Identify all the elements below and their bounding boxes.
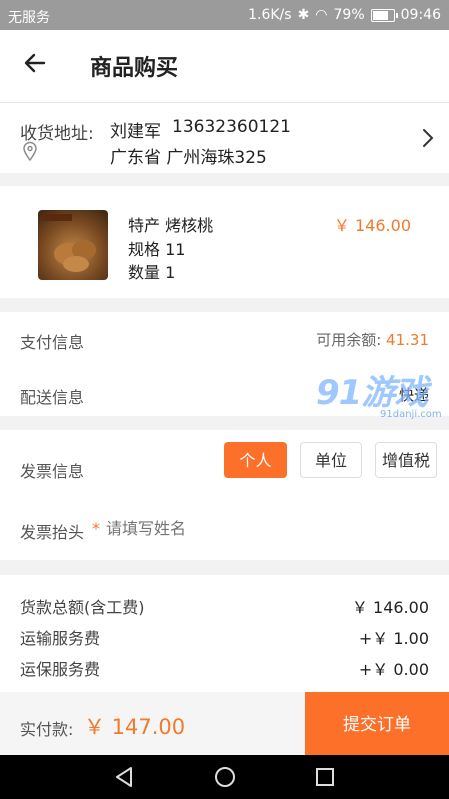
pay-total-value: ￥ 147.00 [84,715,186,739]
summary-shipping-value: +￥ 1.00 [358,629,429,648]
product-card: 特产 烤核桃 规格 11 数量 1 ￥ 146.00 [0,186,449,298]
payment-label: 支付信息 [20,333,85,352]
checkout-bar: 实付款: ￥ 147.00 提交订单 [0,692,449,755]
screen: 无服务 1.6K/s ✱ ◠ 79% 09:46 商品购买 收货地址: 刘建军 … [0,0,449,799]
back-arrow-icon[interactable] [22,50,50,78]
summary-insurance-label: 运保服务费 [20,660,101,679]
delivery-label: 配送信息 [20,388,85,407]
nav-home-icon[interactable] [213,765,237,789]
network-speed: 1.6K/s [248,7,292,23]
submit-order-button[interactable]: 提交订单 [305,692,449,755]
recipient-name: 刘建军 [110,122,161,142]
summary-shipping-label: 运输服务费 [20,629,101,648]
site-watermark: 91游戏 91danji.com [316,365,448,427]
battery-icon [370,8,398,22]
required-mark: * [92,519,100,538]
product-image [38,210,108,280]
product-quantity: 数量 1 [128,263,176,282]
carrier-text: 无服务 [8,10,50,26]
clock: 09:46 [400,7,441,23]
invoice-personal-button[interactable]: 个人 [224,442,287,478]
battery-percent: 79% [333,7,365,23]
invoice-vat-button[interactable]: 增值税 [375,442,437,478]
bluetooth-icon: ✱ [297,7,310,23]
invoice-title-label: 发票抬头 [20,523,85,542]
product-name: 特产 烤核桃 [128,216,214,235]
product-spec: 规格 11 [128,240,186,259]
nav-back-icon[interactable] [113,765,137,789]
nav-recents-icon[interactable] [313,765,337,789]
invoice-title-input[interactable] [106,516,406,540]
status-bar: 无服务 1.6K/s ✱ ◠ 79% 09:46 [0,0,449,30]
system-nav-bar [0,755,449,799]
watermark-logo: 91游戏 [316,373,428,413]
invoice-company-button[interactable]: 单位 [300,442,362,478]
summary-card: 货款总额(含工费) ￥ 146.00 运输服务费 +￥ 1.00 运保服务费 +… [0,575,449,692]
app-header: 商品购买 [0,30,449,103]
balance-info: 可用余额: 41.31 [316,329,429,350]
recipient-phone: 13632360121 [172,117,291,137]
summary-insurance-value: +￥ 0.00 [358,660,429,679]
summary-goods-label: 货款总额(含工费) [20,598,145,617]
balance-value: 41.31 [386,331,429,349]
page-title: 商品购买 [90,56,179,81]
address-card[interactable]: 收货地址: 刘建军 13632360121 广东省 广州海珠325 [0,103,449,173]
summary-goods-value: ￥ 146.00 [351,598,429,617]
watermark-url: 91danji.com [380,409,442,420]
invoice-label: 发票信息 [20,462,85,481]
status-right: 1.6K/s ✱ ◠ 79% 09:46 [248,7,441,23]
invoice-card: 发票信息 个人 单位 增值税 发票抬头 * [0,430,449,560]
balance-label: 可用余额: [316,331,382,349]
wifi-icon: ◠ [315,7,328,23]
location-pin-icon [22,141,38,165]
product-price: ￥ 146.00 [333,216,411,235]
pay-total-label: 实付款: [20,720,74,739]
address-line: 广东省 广州海珠325 [110,148,267,168]
chevron-right-icon[interactable] [421,127,435,155]
